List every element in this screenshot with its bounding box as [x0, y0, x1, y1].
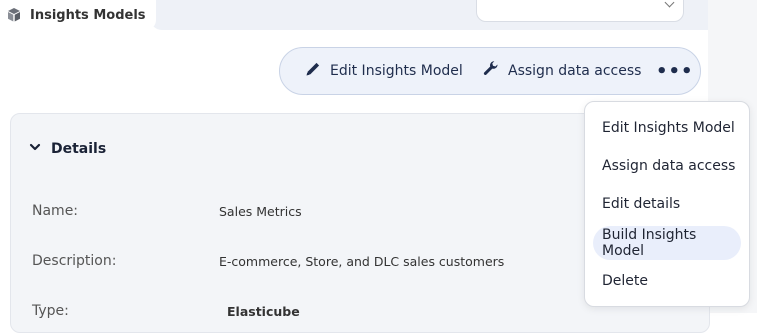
assign-data-access-label: Assign data access	[508, 63, 642, 79]
action-toolbar: Edit Insights Model Assign data access •…	[279, 47, 701, 95]
chevron-down-icon	[29, 141, 41, 157]
more-options-menu: Edit Insights Model Assign data access E…	[584, 101, 750, 307]
tab-insights-models[interactable]: Insights Models	[0, 0, 156, 30]
menu-item-edit-details[interactable]: Edit details	[593, 187, 741, 221]
details-toggle[interactable]: Details	[29, 141, 106, 157]
description-label: Description:	[32, 253, 117, 269]
type-label: Type:	[32, 303, 69, 319]
name-value: Sales Metrics	[219, 204, 302, 219]
ellipsis-icon: •••	[656, 60, 694, 82]
top-select-field[interactable]	[476, 0, 684, 22]
edit-insights-model-button[interactable]: Edit Insights Model	[304, 48, 463, 94]
wrench-icon	[482, 60, 500, 82]
tab-label: Insights Models	[30, 7, 146, 23]
menu-item-assign-data-access[interactable]: Assign data access	[593, 149, 741, 183]
type-value: Elasticube	[227, 304, 300, 319]
menu-item-delete[interactable]: Delete	[593, 264, 741, 298]
menu-item-edit-insights-model[interactable]: Edit Insights Model	[593, 111, 741, 145]
description-value: E-commerce, Store, and DLC sales custome…	[219, 254, 505, 269]
menu-item-build-insights-model[interactable]: Build Insights Model	[593, 226, 741, 260]
more-options-button[interactable]: •••	[656, 48, 694, 94]
cube-icon	[6, 7, 22, 23]
name-label: Name:	[32, 203, 79, 219]
details-label: Details	[51, 141, 107, 157]
pencil-icon	[304, 60, 322, 82]
assign-data-access-button[interactable]: Assign data access	[482, 48, 641, 94]
chevron-down-icon	[664, 0, 675, 8]
edit-insights-model-label: Edit Insights Model	[330, 63, 463, 79]
